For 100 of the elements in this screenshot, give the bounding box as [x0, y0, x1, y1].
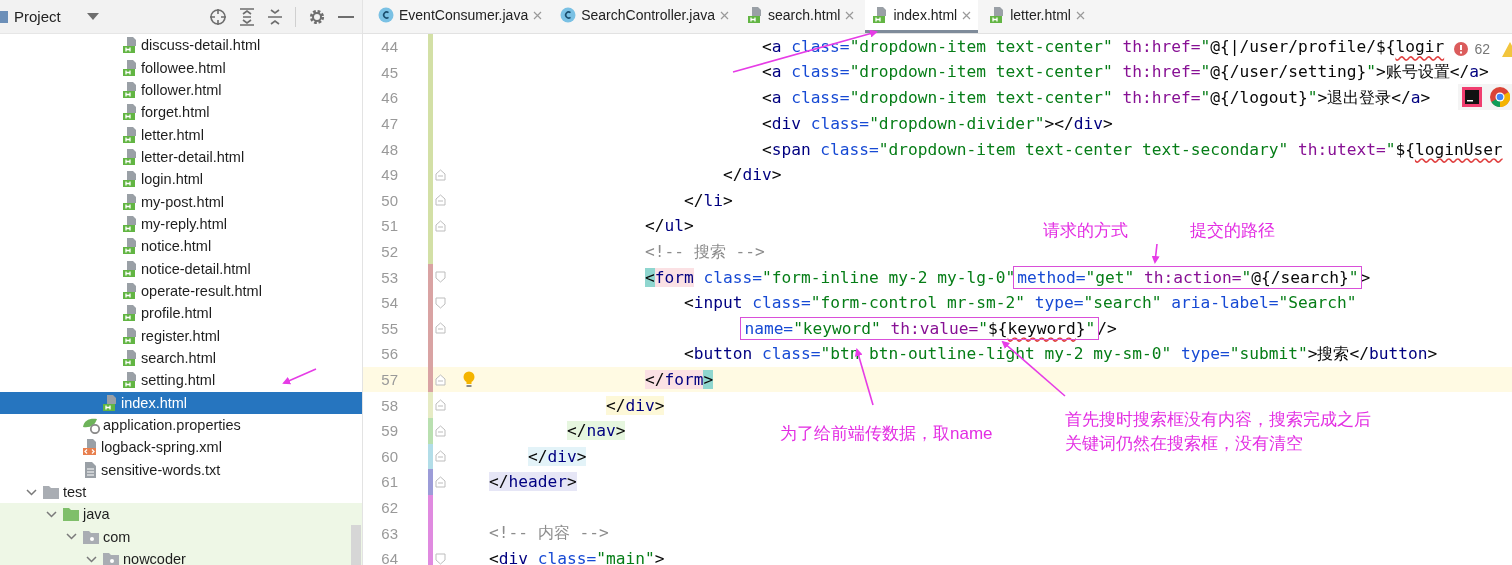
scrollbar[interactable]	[351, 525, 361, 565]
tree-item[interactable]: forget.html	[0, 101, 362, 124]
code-line: <input class="form-control mr-sm-2" type="search" aria-label="Search"	[683, 293, 1357, 313]
xml-file-icon	[82, 438, 98, 457]
panel-title[interactable]: Project	[14, 8, 61, 25]
code-line: </div>	[605, 395, 665, 415]
chevron-icon[interactable]	[85, 555, 97, 563]
settings-icon[interactable]	[308, 7, 326, 26]
fold-icon[interactable]	[435, 168, 446, 181]
fold-icon[interactable]	[435, 322, 446, 335]
error-icon[interactable]	[1454, 42, 1469, 56]
line-number: 50	[380, 191, 398, 209]
chevron-icon[interactable]	[65, 533, 77, 541]
html-file-icon	[122, 192, 138, 211]
dropdown-caret-icon[interactable]	[86, 12, 99, 21]
html-file-icon	[122, 170, 138, 189]
html-file-icon	[122, 58, 138, 77]
expand-all-icon[interactable]	[239, 7, 255, 26]
tree-item[interactable]: index.html	[0, 391, 362, 414]
code-line: name="keyword" th:value="${keyword}"/>	[742, 318, 1117, 338]
tree-item[interactable]: test	[0, 480, 362, 504]
text-file-icon	[82, 460, 98, 479]
tree-item[interactable]: follower.html	[0, 78, 362, 102]
tree-item[interactable]: search.html	[0, 346, 362, 370]
code-line: <!-- 内容 -->	[489, 522, 609, 545]
code-line: </div>	[722, 165, 782, 185]
fold-icon[interactable]	[435, 552, 446, 565]
line-number: 49	[380, 166, 398, 184]
line-number: 46	[380, 89, 398, 107]
editor-tab[interactable]: letter.html	[982, 0, 1092, 33]
editor-tab[interactable]: index.html	[865, 0, 979, 33]
tree-item[interactable]: letter-detail.html	[0, 145, 362, 169]
tree-item[interactable]: register.html	[0, 324, 362, 347]
close-icon[interactable]	[720, 10, 730, 20]
fold-icon[interactable]	[435, 399, 446, 412]
line-number: 56	[380, 345, 398, 363]
tree-item[interactable]: discuss-detail.html	[0, 34, 362, 57]
line-number: 52	[380, 243, 398, 261]
code-line: <div class="main">	[489, 549, 665, 565]
line-number: 59	[380, 422, 398, 440]
fold-icon[interactable]	[435, 475, 446, 488]
html-file-icon	[122, 349, 138, 367]
tree-item[interactable]: operate-result.html	[0, 279, 362, 303]
editor-tab[interactable]: EventConsumer.java	[371, 0, 550, 33]
annotation-arrow	[1151, 243, 1160, 264]
close-icon[interactable]	[845, 10, 855, 20]
tree-item[interactable]: my-reply.html	[0, 212, 362, 236]
lightbulb-icon[interactable]	[462, 371, 475, 388]
fold-icon[interactable]	[435, 219, 446, 232]
chevron-icon[interactable]	[45, 510, 57, 518]
tree-item[interactable]: java	[0, 503, 362, 526]
html-file-icon	[122, 259, 138, 278]
class-icon	[560, 7, 577, 23]
tree-item[interactable]: notice.html	[0, 235, 362, 258]
tree-item[interactable]: application.properties	[0, 413, 362, 437]
tree-item[interactable]: profile.html	[0, 302, 362, 325]
annotation-text: 首先搜时搜索框没有内容，搜索完成之后	[1065, 409, 1371, 431]
chevron-icon[interactable]	[25, 488, 37, 496]
html-file-icon	[122, 237, 138, 256]
fold-icon[interactable]	[435, 424, 446, 437]
fold-icon[interactable]	[435, 194, 446, 207]
annotation-text: 为了给前端传数据，取name	[780, 423, 993, 445]
tree-item[interactable]: sensitive-words.txt	[0, 458, 362, 481]
chrome-icon[interactable]	[1490, 87, 1510, 107]
tree-item[interactable]: logback-spring.xml	[0, 436, 362, 459]
line-number: 48	[380, 140, 398, 158]
close-icon[interactable]	[533, 10, 543, 20]
panel-icon	[0, 10, 8, 23]
code-line: <a class="dropdown-item text-center" th:href="@{/user/setting}">账号设置</a>	[761, 61, 1489, 84]
tree-item[interactable]: login.html	[0, 168, 362, 191]
html-file-icon	[122, 80, 138, 99]
folder-icon	[42, 484, 60, 501]
editor-tab[interactable]: SearchController.java	[553, 0, 737, 33]
code-line: <span class="dropdown-item text-center text-secondary" th:utext="${loginUser	[761, 139, 1503, 159]
tree-item[interactable]: followee.html	[0, 56, 362, 79]
tree-item[interactable]: letter.html	[0, 123, 362, 146]
fold-icon[interactable]	[435, 373, 446, 386]
locate-icon[interactable]	[209, 7, 227, 26]
line-number: 47	[380, 115, 398, 133]
fold-icon[interactable]	[435, 296, 446, 309]
html-file-icon	[122, 281, 138, 300]
tree-item[interactable]: setting.html	[0, 369, 362, 392]
line-number: 51	[380, 217, 398, 235]
line-number: 58	[380, 396, 398, 414]
html-file-icon	[122, 125, 138, 144]
class-icon	[378, 7, 394, 23]
tree-item[interactable]: my-post.html	[0, 190, 362, 213]
folder-icon	[82, 528, 100, 545]
editor-tab[interactable]: search.html	[740, 0, 862, 33]
fold-icon[interactable]	[435, 450, 446, 463]
fold-icon[interactable]	[435, 271, 446, 284]
close-icon[interactable]	[1075, 10, 1085, 20]
collapse-all-icon[interactable]	[267, 7, 283, 26]
close-icon[interactable]	[962, 10, 972, 20]
code-line: <a class="dropdown-item text-center" th:href="@{/logout}">退出登录</a>	[761, 87, 1431, 109]
line-number: 54	[380, 294, 398, 312]
line-number: 63	[380, 524, 398, 542]
ide-logo-icon[interactable]	[1462, 87, 1482, 107]
tree-item[interactable]: notice-detail.html	[0, 257, 362, 280]
leaf-gear-icon	[82, 416, 100, 434]
